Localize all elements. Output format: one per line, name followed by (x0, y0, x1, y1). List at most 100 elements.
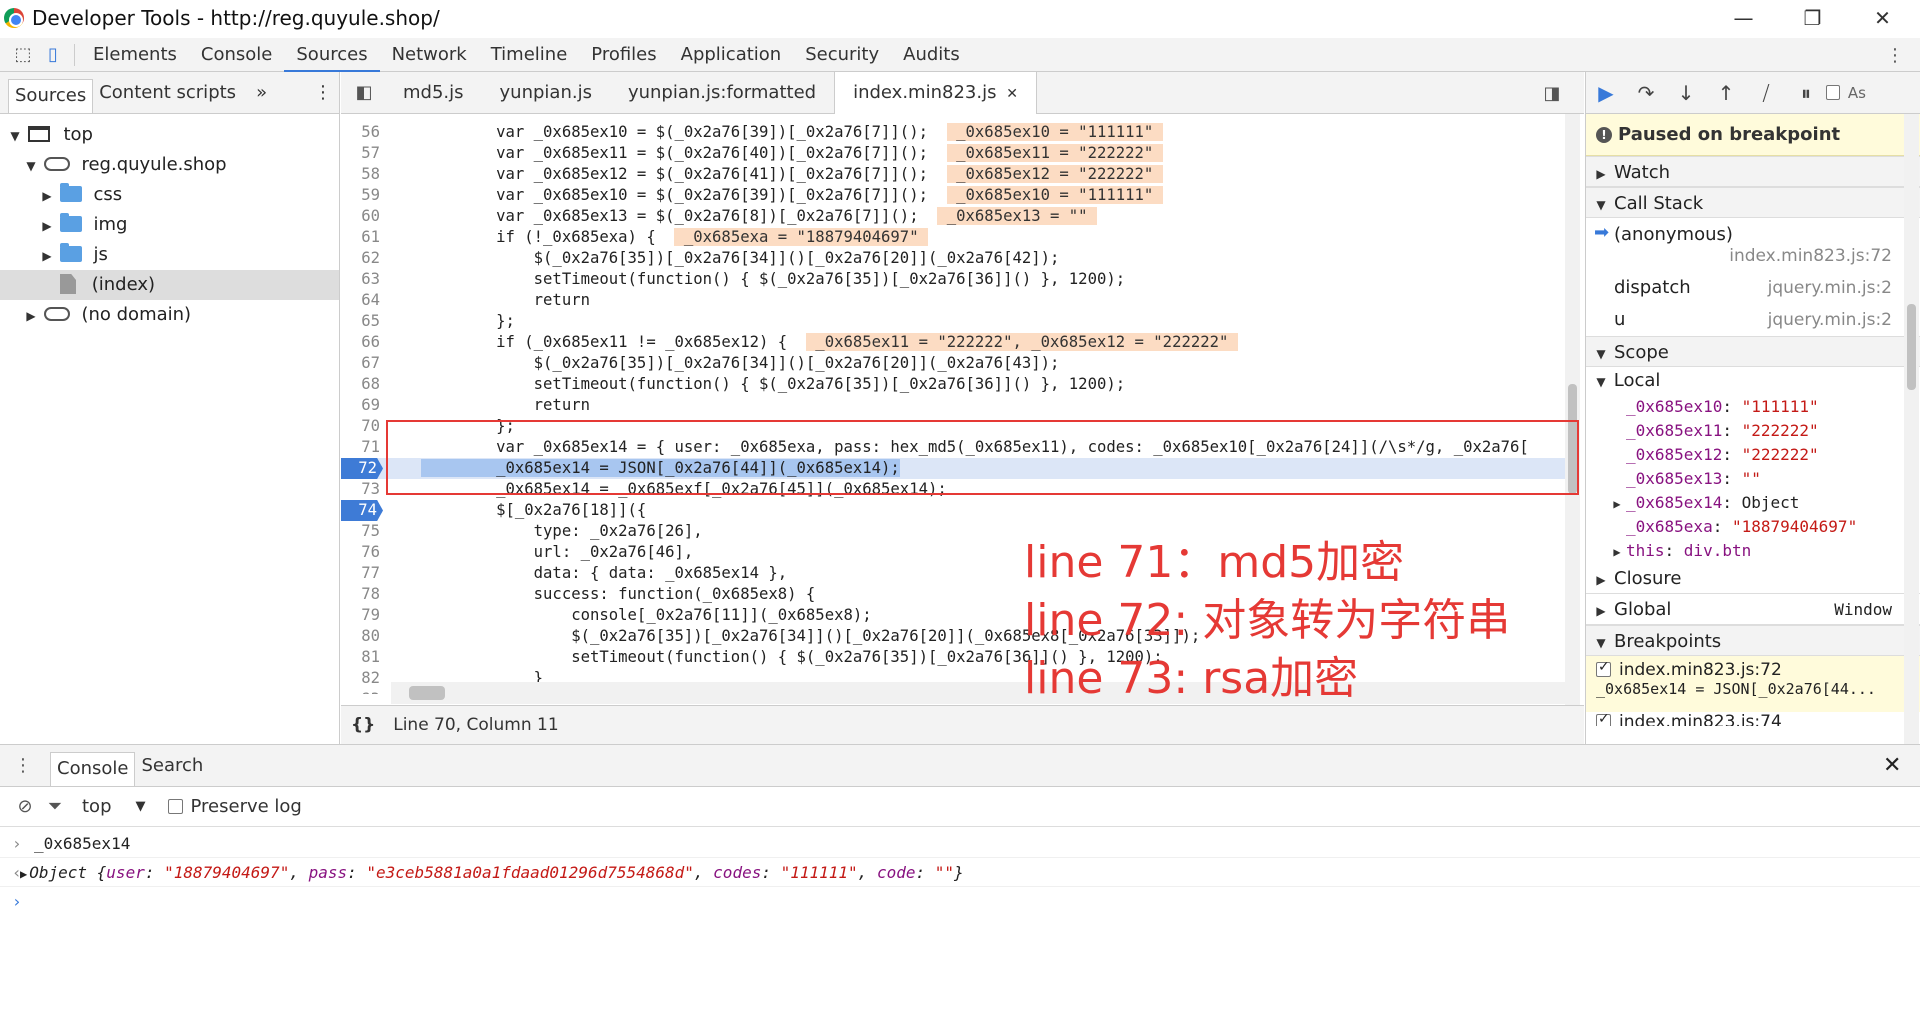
line-number[interactable]: 77 (341, 563, 386, 584)
line-number[interactable]: 80 (341, 626, 386, 647)
breakpoints-section-header[interactable]: ▼ Breakpoints (1586, 625, 1920, 656)
breakpoint-checkbox[interactable] (1596, 712, 1611, 726)
tree-item-css[interactable]: ▶ css (0, 180, 339, 210)
line-number[interactable]: 72 (341, 458, 383, 479)
global-scope-header[interactable]: ▶ Global Window (1586, 594, 1920, 625)
local-scope-header[interactable]: ▼ Local (1586, 367, 1920, 395)
minimize-button[interactable]: — (1716, 0, 1771, 35)
stack-frame-anonymous[interactable]: ➡ (anonymous) index.min823.js:72 (1586, 218, 1920, 272)
call-stack-section-header[interactable]: ▼ Call Stack (1586, 187, 1920, 218)
line-number[interactable]: 76 (341, 542, 386, 563)
more-tabs-icon[interactable]: » (250, 72, 273, 113)
scrollbar-thumb[interactable] (1907, 304, 1916, 390)
drawer-menu-icon[interactable]: ⋮ (8, 751, 38, 781)
async-checkbox[interactable]: As (1826, 73, 1866, 113)
line-number[interactable]: 78 (341, 584, 386, 605)
tree-item-index[interactable]: (index) (0, 270, 339, 300)
line-number[interactable]: 81 (341, 647, 386, 668)
line-number[interactable]: 73 (341, 479, 386, 500)
file-tab-md5[interactable]: md5.js (385, 72, 482, 113)
sidebar-scrollbar[interactable] (1904, 114, 1919, 744)
editor-vertical-scrollbar[interactable] (1565, 114, 1580, 705)
line-number[interactable]: 79 (341, 605, 386, 626)
filter-icon[interactable]: ⏷ (40, 792, 70, 822)
line-number[interactable]: 69 (341, 395, 386, 416)
console-prompt[interactable]: › (0, 887, 1920, 916)
line-number[interactable]: 83 (341, 689, 386, 694)
scope-section-header[interactable]: ▼ Scope (1586, 336, 1920, 367)
drawer-tab-console[interactable]: Console (50, 751, 136, 786)
line-number[interactable]: 74 (341, 500, 383, 521)
close-drawer-icon[interactable]: ✕ (1883, 753, 1901, 778)
tab-application[interactable]: Application (669, 38, 794, 72)
tree-item-js[interactable]: ▶ js (0, 240, 339, 270)
tab-sources[interactable]: Sources (284, 38, 380, 72)
tab-profiles[interactable]: Profiles (579, 38, 668, 72)
line-number[interactable]: 82 (341, 668, 386, 689)
tree-item-top[interactable]: ▼ top (0, 120, 339, 150)
scope-variable[interactable]: _0x685ex12: "222222" (1586, 443, 1920, 467)
context-selector[interactable]: top (82, 796, 112, 817)
tree-item-img[interactable]: ▶ img (0, 210, 339, 240)
line-number[interactable]: 67 (341, 353, 386, 374)
tab-content-scripts[interactable]: Content scripts (93, 72, 242, 113)
stack-frame-u[interactable]: u jquery.min.js:2 (1586, 304, 1920, 336)
line-number[interactable]: 64 (341, 290, 386, 311)
line-number[interactable]: 75 (341, 521, 386, 542)
line-number[interactable]: 59 (341, 185, 386, 206)
close-tab-icon[interactable]: ✕ (1006, 86, 1018, 102)
line-number[interactable]: 71 (341, 437, 386, 458)
scope-variable[interactable]: _0x685ex11: "222222" (1586, 419, 1920, 443)
navigator-menu-icon[interactable]: ⋮ (308, 72, 338, 113)
line-number[interactable]: 60 (341, 206, 386, 227)
collapsed-arrow-icon[interactable]: ▶ (1608, 492, 1626, 516)
scope-variable[interactable]: ▶ _0x685ex14: Object (1586, 491, 1920, 515)
scrollbar-thumb[interactable] (409, 686, 445, 700)
close-window-button[interactable]: ✕ (1855, 0, 1910, 35)
line-number[interactable]: 63 (341, 269, 386, 290)
tab-navigator-sources[interactable]: Sources (8, 78, 94, 113)
preserve-log-box[interactable] (167, 799, 183, 814)
clear-console-icon[interactable]: ⊘ (10, 792, 40, 822)
pretty-print-button[interactable]: {} (351, 715, 375, 735)
stack-frame-location[interactable]: index.min823.js:72 (1729, 246, 1892, 266)
closure-scope-header[interactable]: ▶ Closure (1586, 563, 1920, 594)
breakpoint-item-74[interactable]: index.min823.js:74 (1586, 712, 1920, 726)
watch-section-header[interactable]: ▶ Watch (1586, 156, 1920, 187)
line-number[interactable]: 61 (341, 227, 386, 248)
resume-icon[interactable]: ▶ (1586, 73, 1626, 113)
scope-variable[interactable]: _0x685exa: "18879404697" (1586, 515, 1920, 539)
collapsed-arrow-icon[interactable]: ▶ (1608, 540, 1626, 564)
scope-variable[interactable]: ▶ this: div.btn (1586, 539, 1920, 563)
preserve-log-checkbox[interactable]: Preserve log (167, 796, 302, 817)
breakpoint-item-72[interactable]: index.min823.js:72 _0x685ex14 = JSON[_0x… (1586, 656, 1920, 712)
step-over-icon[interactable]: ↷ (1626, 73, 1666, 113)
tab-elements[interactable]: Elements (81, 38, 189, 72)
tab-network[interactable]: Network (380, 38, 479, 72)
breakpoint-checkbox[interactable] (1596, 659, 1611, 677)
scope-variable[interactable]: _0x685ex10: "111111" (1586, 395, 1920, 419)
restore-button[interactable]: ❐ (1785, 0, 1840, 35)
line-number[interactable]: 58 (341, 164, 386, 185)
deactivate-breakpoints-icon[interactable]: ⧸ (1746, 73, 1786, 113)
line-number[interactable]: 70 (341, 416, 386, 437)
console-result[interactable]: ‹ ▶ Object {user: "18879404697", pass: "e3… (0, 858, 1920, 887)
devtools-menu-icon[interactable]: ⋮ (1880, 40, 1910, 70)
line-number[interactable]: 66 (341, 332, 386, 353)
inspect-element-icon[interactable]: ⬚ (8, 40, 38, 70)
scope-variable[interactable]: _0x685ex13: "" (1586, 467, 1920, 491)
file-tab-index-min823[interactable]: index.min823.js ✕ (834, 71, 1037, 114)
drawer-tab-search[interactable]: Search (135, 745, 209, 786)
step-into-icon[interactable]: ↓ (1666, 73, 1706, 113)
line-number[interactable]: 57 (341, 143, 386, 164)
stack-frame-dispatch[interactable]: dispatch jquery.min.js:2 (1586, 272, 1920, 304)
context-dropdown-icon[interactable]: ▼ (136, 799, 146, 814)
line-number[interactable]: 68 (341, 374, 386, 395)
step-out-icon[interactable]: ↑ (1706, 73, 1746, 113)
tab-console[interactable]: Console (189, 38, 284, 72)
editor-horizontal-scrollbar[interactable] (391, 682, 1565, 704)
tree-item-no-domain[interactable]: ▶ (no domain) (0, 300, 339, 330)
tab-timeline[interactable]: Timeline (479, 38, 580, 72)
stack-frame-location[interactable]: jquery.min.js:2 (1768, 304, 1892, 336)
file-tab-yunpian[interactable]: yunpian.js (482, 72, 610, 113)
